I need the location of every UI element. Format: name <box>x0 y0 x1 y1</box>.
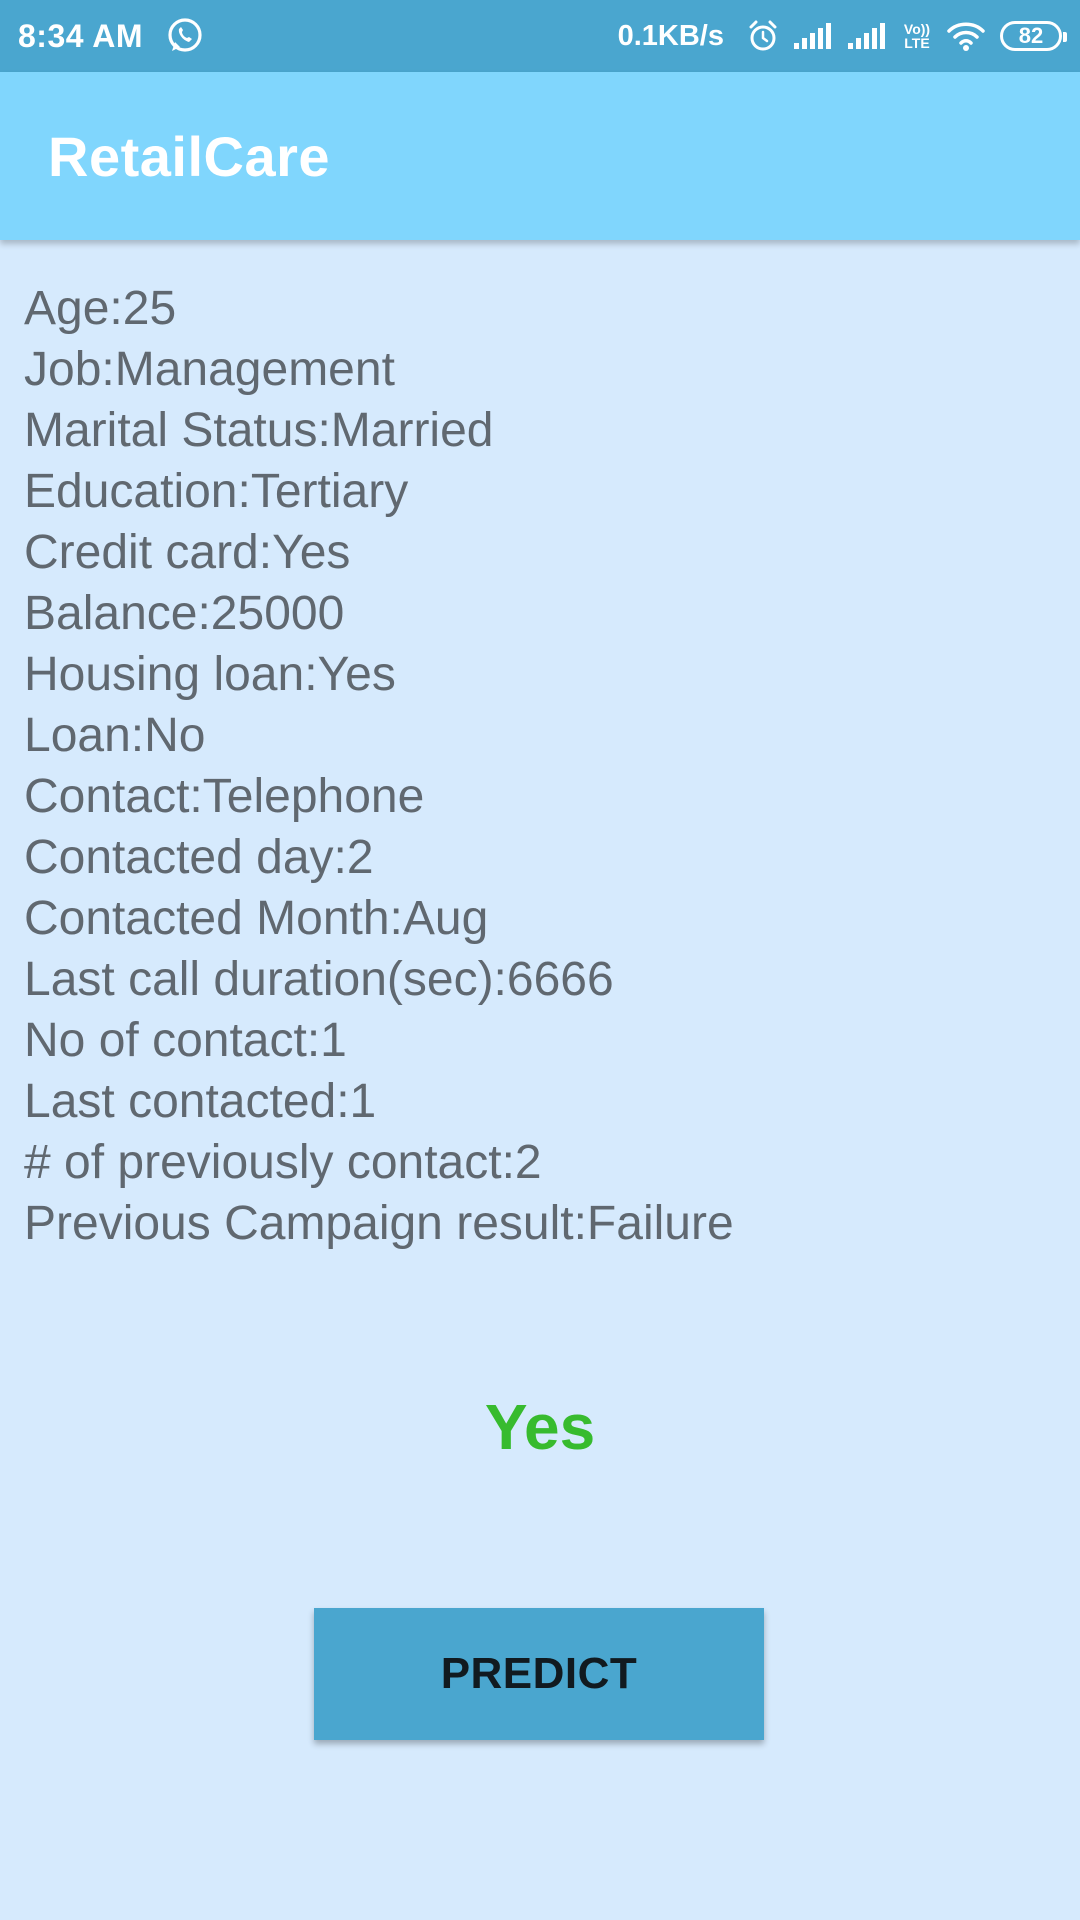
volte-bottom-label: LTE <box>904 35 930 51</box>
status-right: 0.1KB/s Vo)) LTE 82 <box>617 19 1067 53</box>
status-bar: 8:34 AM 0.1KB/s Vo)) LTE 82 <box>0 0 1080 72</box>
signal-icon <box>846 21 888 51</box>
battery-icon: 82 <box>1000 21 1067 51</box>
detail-loan: Loan:No <box>24 709 206 762</box>
volte-icon: Vo)) LTE <box>900 22 934 50</box>
whatsapp-icon <box>168 18 202 52</box>
detail-job: Job:Management <box>24 343 395 396</box>
detail-no-of-contact: No of contact:1 <box>24 1014 347 1067</box>
detail-previous-contacts: # of previously contact:2 <box>24 1136 542 1189</box>
detail-contact: Contact:Telephone <box>24 770 425 823</box>
detail-housing-loan: Housing loan:Yes <box>24 648 396 701</box>
prediction-result: Yes <box>484 1391 596 1463</box>
alarm-icon <box>746 19 780 53</box>
status-left: 8:34 AM <box>18 16 205 56</box>
detail-contacted-day: Contacted day:2 <box>24 831 374 884</box>
status-time: 8:34 AM <box>18 17 144 54</box>
app-title: RetailCare <box>48 124 331 188</box>
detail-last-call-duration: Last call duration(sec):6666 <box>24 953 614 1006</box>
predict-button[interactable]: PREDICT <box>314 1608 764 1740</box>
detail-last-contacted: Last contacted:1 <box>24 1075 377 1128</box>
detail-education: Education:Tertiary <box>24 465 409 518</box>
detail-age: Age:25 <box>24 282 177 335</box>
signal-icon <box>792 21 834 51</box>
detail-previous-campaign-result: Previous Campaign result:Failure <box>24 1197 734 1250</box>
app-bar: RetailCare <box>0 72 1080 240</box>
customer-details-list: Age:25 Job:Management Marital Status:Mar… <box>24 278 734 1254</box>
battery-level: 82 <box>1018 23 1044 48</box>
detail-balance: Balance:25000 <box>24 587 345 640</box>
net-speed: 0.1KB/s <box>617 19 724 52</box>
wifi-icon <box>946 20 986 52</box>
detail-marital-status: Marital Status:Married <box>24 404 494 457</box>
detail-contacted-month: Contacted Month:Aug <box>24 892 489 945</box>
detail-credit-card: Credit card:Yes <box>24 526 351 579</box>
